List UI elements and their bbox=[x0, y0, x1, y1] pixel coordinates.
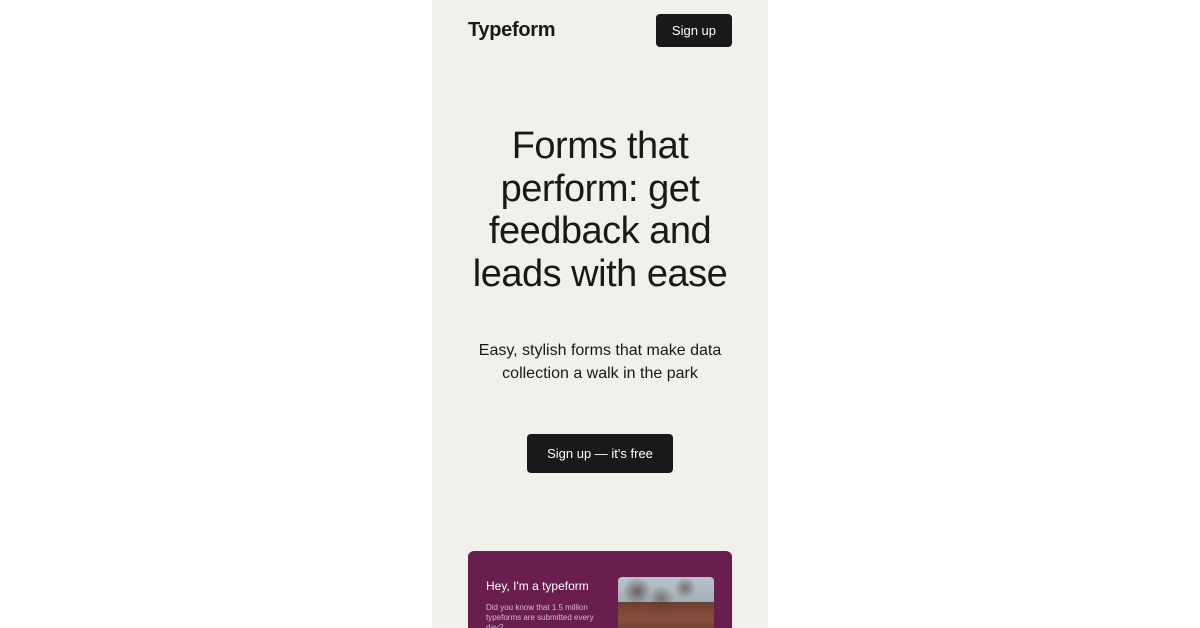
cta-signup-button[interactable]: Sign up — it's free bbox=[527, 434, 673, 473]
demo-card-subtitle: Did you know that 1.5 million typeforms … bbox=[486, 603, 596, 628]
page-container: Typeform Sign up Forms that perform: get… bbox=[432, 0, 768, 628]
demo-card: Hey, I'm a typeform Did you know that 1.… bbox=[468, 551, 732, 628]
signup-button-header[interactable]: Sign up bbox=[656, 14, 732, 47]
hero-section: Forms that perform: get feedback and lea… bbox=[432, 61, 768, 473]
hero-subtitle: Easy, stylish forms that make data colle… bbox=[452, 339, 748, 385]
image-overlay bbox=[618, 577, 714, 628]
hero-title: Forms that perform: get feedback and lea… bbox=[452, 125, 748, 295]
logo[interactable]: Typeform bbox=[468, 19, 555, 42]
header: Typeform Sign up bbox=[432, 0, 768, 61]
demo-card-image bbox=[618, 577, 714, 628]
